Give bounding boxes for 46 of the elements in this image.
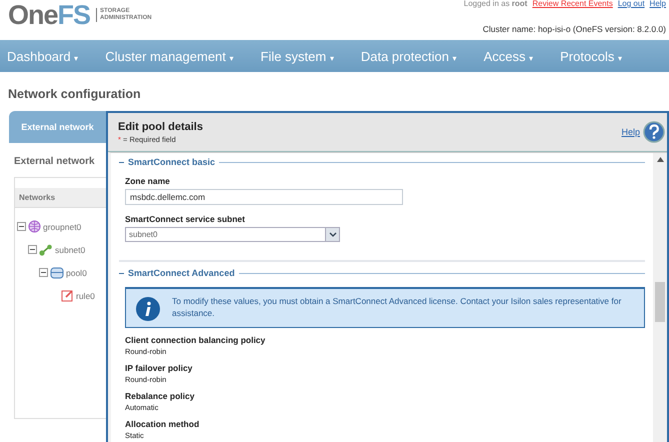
- help-link[interactable]: Help: [621, 127, 640, 137]
- nav-menu[interactable]: Access ▾: [484, 48, 534, 64]
- field-label: Zone name: [125, 176, 171, 186]
- database-icon: [50, 266, 64, 278]
- header-link[interactable]: Log out: [618, 0, 645, 8]
- tree-item[interactable]: groupnet0: [43, 222, 82, 232]
- scrollbar[interactable]: [653, 153, 667, 442]
- header-link[interactable]: Review Recent Events: [532, 0, 613, 8]
- help-icon[interactable]: [643, 121, 665, 143]
- field-label: IP failover policy: [125, 363, 194, 373]
- sidebar-title: External network: [13, 155, 96, 169]
- dialog-title: Edit pool details: [118, 120, 204, 132]
- collapse-icon[interactable]: [28, 245, 37, 254]
- edit-icon: [61, 289, 74, 302]
- tab[interactable]: External network: [9, 111, 106, 143]
- globe-icon: [28, 220, 41, 233]
- collapse-icon[interactable]: [39, 268, 48, 277]
- tree-item[interactable]: pool0: [66, 268, 87, 278]
- column-header: Networks: [15, 188, 106, 208]
- zone-name-field[interactable]: msbdc.dellemc.com: [125, 189, 403, 205]
- scroll-thumb[interactable]: [655, 282, 665, 322]
- collapse-icon[interactable]: [17, 222, 26, 231]
- field-label: Client connection balancing policy: [125, 335, 266, 345]
- section-legend: SmartConnect basic: [128, 157, 216, 167]
- tree-item[interactable]: rule0: [76, 290, 95, 300]
- section-legend: SmartConnect Advanced: [128, 268, 235, 278]
- page-title: Network configuration: [7, 86, 142, 103]
- subnet-dropdown[interactable]: subnet0: [125, 227, 340, 242]
- cluster-info: Cluster name: hop-isi-o (OneFS version: 8.2.0.0): [482, 24, 666, 34]
- field-label: SmartConnect service subnet: [125, 214, 246, 224]
- nav-menu[interactable]: Cluster management ▾: [105, 48, 234, 64]
- logged-in-text: Logged in as root: [464, 0, 528, 8]
- nav-menu[interactable]: File system ▾: [260, 48, 334, 64]
- info-icon: [136, 297, 160, 321]
- scroll-up-icon[interactable]: [656, 157, 664, 162]
- legend-dash: [119, 272, 124, 274]
- nav-menu[interactable]: Data protection ▾: [360, 48, 457, 64]
- info-text: To modify these values, you must obtain a SmartConnect Advanced license. Contact your Isilon sales representative for assistance.: [172, 295, 622, 319]
- nav-menu[interactable]: Dashboard ▾: [7, 48, 78, 64]
- network-nodes-icon: [39, 244, 53, 256]
- field-label: Rebalance policy: [125, 391, 196, 401]
- header-link[interactable]: Help: [650, 0, 666, 8]
- tree-item[interactable]: subnet0: [55, 244, 86, 254]
- field-label: Allocation method: [125, 419, 200, 429]
- nav-menu[interactable]: Protocols ▾: [560, 48, 622, 64]
- chevron-down-icon: [328, 232, 336, 237]
